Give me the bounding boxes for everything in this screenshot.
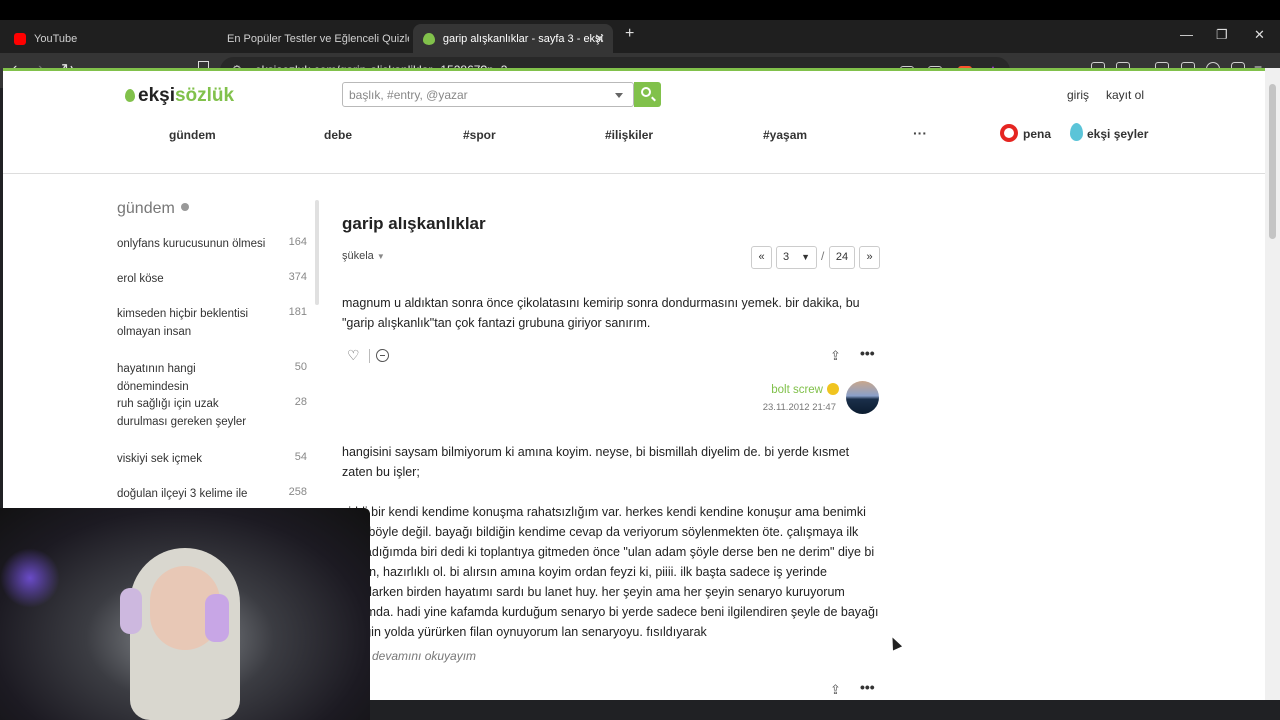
author-link[interactable]: bolt screw — [663, 383, 839, 396]
pager-current: 3 — [783, 251, 790, 263]
chevron-down-icon[interactable] — [615, 93, 623, 98]
webcam-overlay — [0, 508, 370, 720]
search-input[interactable]: başlık, #entry, @yazar — [342, 82, 634, 107]
sidebar-item-count: 54 — [294, 451, 307, 463]
sidebar-item-count: 28 — [294, 396, 307, 408]
sidebar-item-count: 50 — [294, 361, 307, 373]
nav-gundem[interactable]: gündem — [169, 128, 216, 142]
nav-spor[interactable]: #spor — [463, 128, 496, 142]
youtube-icon — [14, 32, 26, 45]
nav-pena[interactable]: pena — [1023, 127, 1051, 141]
topic-title[interactable]: garip alışkanlıklar — [342, 214, 486, 234]
login-link[interactable]: giriş — [1067, 88, 1089, 102]
tab-strip: YouTube En Popüler Testler ve Eğlenceli … — [0, 20, 1280, 53]
sidebar-item[interactable]: kimseden hiçbir beklentisi olmayan insan — [117, 305, 267, 341]
nav-eksi-seyler[interactable]: ekşi şeyler — [1087, 127, 1148, 141]
nav-more[interactable]: ··· — [913, 125, 927, 141]
tab-label: garip alışkanlıklar - sayfa 3 - ekşi — [442, 32, 603, 45]
nav-yasam[interactable]: #yaşam — [763, 128, 807, 142]
register-link[interactable]: kayıt ol — [1106, 88, 1144, 102]
search-button[interactable] — [634, 82, 661, 107]
logo-suffix: sözlük — [174, 85, 235, 106]
header-divider — [3, 173, 1265, 174]
sidebar-item[interactable]: doğulan ilçeyi 3 kelime ile — [117, 485, 267, 503]
eksi-drop-icon — [423, 32, 435, 45]
pager-next-button[interactable]: » — [859, 246, 880, 269]
nav-iliskiler[interactable]: #ilişkiler — [605, 128, 653, 142]
headphone-left — [120, 588, 142, 634]
sidebar-title[interactable]: gündem — [117, 200, 189, 218]
nav-debe[interactable]: debe — [324, 128, 352, 142]
chevron-down-icon: ▼ — [801, 252, 810, 262]
scrollbar-thumb[interactable] — [1269, 84, 1276, 239]
pager-prev-button[interactable]: « — [751, 246, 772, 269]
entry-content: magnum u aldıktan sonra önce çikolatasın… — [342, 296, 860, 330]
top-accent-line — [3, 68, 1265, 71]
heart-icon[interactable]: ♡ — [347, 347, 360, 364]
close-window-icon[interactable]: ✕ — [1254, 27, 1265, 43]
site-logo[interactable]: ekşisözlük — [125, 85, 234, 107]
headphone-right — [205, 594, 229, 642]
search-placeholder: başlık, #entry, @yazar — [349, 88, 468, 102]
search-icon — [641, 87, 651, 97]
tab-eksi[interactable]: garip alışkanlıklar - sayfa 3 - ekşi ✕ — [413, 24, 613, 53]
sidebar-item-count: 374 — [288, 271, 307, 283]
new-tab-icon[interactable]: + — [625, 25, 634, 43]
dislike-icon[interactable] — [376, 349, 389, 362]
author-name: bolt screw — [771, 384, 823, 396]
sidebar-item[interactable]: erol köse — [117, 270, 267, 288]
page-scrollbar[interactable] — [1265, 68, 1280, 700]
tab-quiz[interactable]: En Popüler Testler ve Eğlenceli Quizle — [209, 24, 409, 53]
entry-date[interactable]: 23.11.2012 21:47 — [663, 402, 836, 413]
avatar[interactable] — [846, 381, 879, 414]
logo-drop-icon — [125, 89, 135, 102]
sidebar-item[interactable]: viskiyi sek içmek — [117, 450, 267, 468]
close-tab-icon[interactable]: ✕ — [594, 31, 605, 47]
entry-content: hangisini saysam bilmiyorum ki amına koy… — [342, 445, 850, 479]
pager-select[interactable]: 3 ▼ — [776, 246, 817, 269]
pager-last-button[interactable]: 24 — [829, 246, 855, 269]
sidebar-item[interactable]: ruh sağlığı için uzak durulması gereken … — [117, 395, 267, 431]
share-icon[interactable]: ⇪ — [830, 348, 841, 364]
chevron-down-icon: ▼ — [376, 252, 385, 261]
sidebar-scrollbar[interactable] — [315, 200, 319, 305]
pena-icon — [1000, 124, 1018, 142]
restore-icon[interactable]: ❐ — [1216, 27, 1228, 43]
sidebar-item[interactable]: onlyfans kurucusunun ölmesi — [117, 235, 267, 253]
minimize-icon[interactable]: — — [1180, 27, 1193, 42]
tab-label: En Popüler Testler ve Eğlenceli Quizle — [227, 32, 409, 45]
sidebar-item-count: 164 — [288, 236, 307, 248]
sort-dropdown[interactable]: şükela ▼ — [342, 250, 385, 262]
tab-youtube[interactable]: YouTube — [4, 24, 209, 53]
more-options-icon[interactable]: ••• — [860, 345, 875, 361]
sidebar-item[interactable]: hayatının hangi dönemindesin — [117, 360, 267, 396]
entry-content: ciddi bir kendi kendime konuşma rahatsız… — [342, 505, 879, 639]
action-divider — [369, 349, 370, 363]
tab-label: YouTube — [34, 32, 78, 45]
neon-light — [0, 548, 60, 608]
sidebar-item-count: 258 — [288, 486, 307, 498]
logo-prefix: ekşi — [138, 85, 175, 106]
read-more-link[interactable]: devamını okuyayım — [372, 649, 476, 663]
sort-label: şükela — [342, 250, 374, 262]
sidebar-item-count: 181 — [288, 306, 307, 318]
sidebar-title-text: gündem — [117, 200, 175, 217]
pager-separator: / — [821, 249, 825, 263]
eksi-seyler-icon — [1070, 123, 1083, 141]
more-options-icon[interactable]: ••• — [860, 679, 875, 695]
gear-icon[interactable] — [180, 203, 189, 211]
share-icon[interactable]: ⇪ — [830, 682, 841, 698]
verified-badge-icon — [827, 383, 839, 395]
